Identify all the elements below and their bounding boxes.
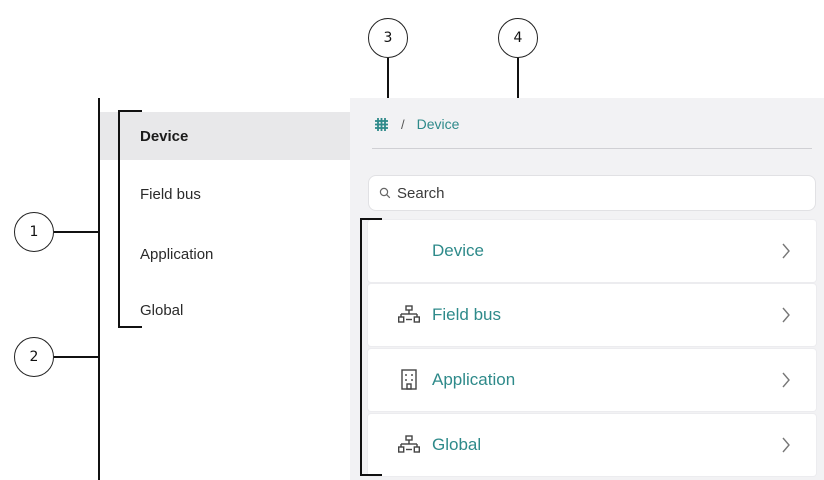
breadcrumb-divider [372, 148, 812, 149]
sidebar-item-label: Global [140, 301, 184, 319]
chevron-right-icon [782, 243, 790, 259]
chevron-right-icon [782, 437, 790, 453]
nav-card-field-bus[interactable]: Field bus [368, 284, 816, 346]
search-input[interactable] [397, 184, 777, 202]
nav-card-label: Device [432, 241, 484, 260]
callout-3: 3 [368, 18, 408, 58]
app-window: Device Field bus Application Global / De… [98, 98, 824, 480]
sidebar-item-label: Field bus [140, 185, 201, 203]
chevron-right-icon [782, 372, 790, 388]
main-panel: / Device Device [350, 98, 824, 480]
building-icon [398, 369, 420, 391]
search-icon [379, 187, 391, 199]
breadcrumb-current[interactable]: Device [417, 116, 460, 132]
chevron-right-icon [782, 307, 790, 323]
callout-4: 4 [498, 18, 538, 58]
search-box[interactable] [368, 175, 816, 211]
network-icon [398, 304, 420, 326]
nav-card-application[interactable]: Application [368, 349, 816, 411]
breadcrumb: / Device [374, 113, 459, 135]
breadcrumb-separator: / [401, 116, 405, 132]
bracket-sidebar-group [118, 110, 142, 328]
nav-card-device[interactable]: Device [368, 220, 816, 282]
sidebar-item-label: Device [140, 127, 189, 145]
grid-icon[interactable] [374, 117, 389, 132]
nav-card-label: Field bus [432, 305, 501, 324]
bracket-card-group [360, 218, 382, 476]
callout-2: 2 [14, 337, 54, 377]
network-icon [398, 434, 420, 456]
nav-card-label: Application [432, 370, 516, 389]
nav-card-global[interactable]: Global [368, 414, 816, 476]
sidebar-item-label: Application [140, 245, 214, 263]
nav-card-label: Global [432, 435, 482, 454]
callout-1: 1 [14, 212, 54, 252]
